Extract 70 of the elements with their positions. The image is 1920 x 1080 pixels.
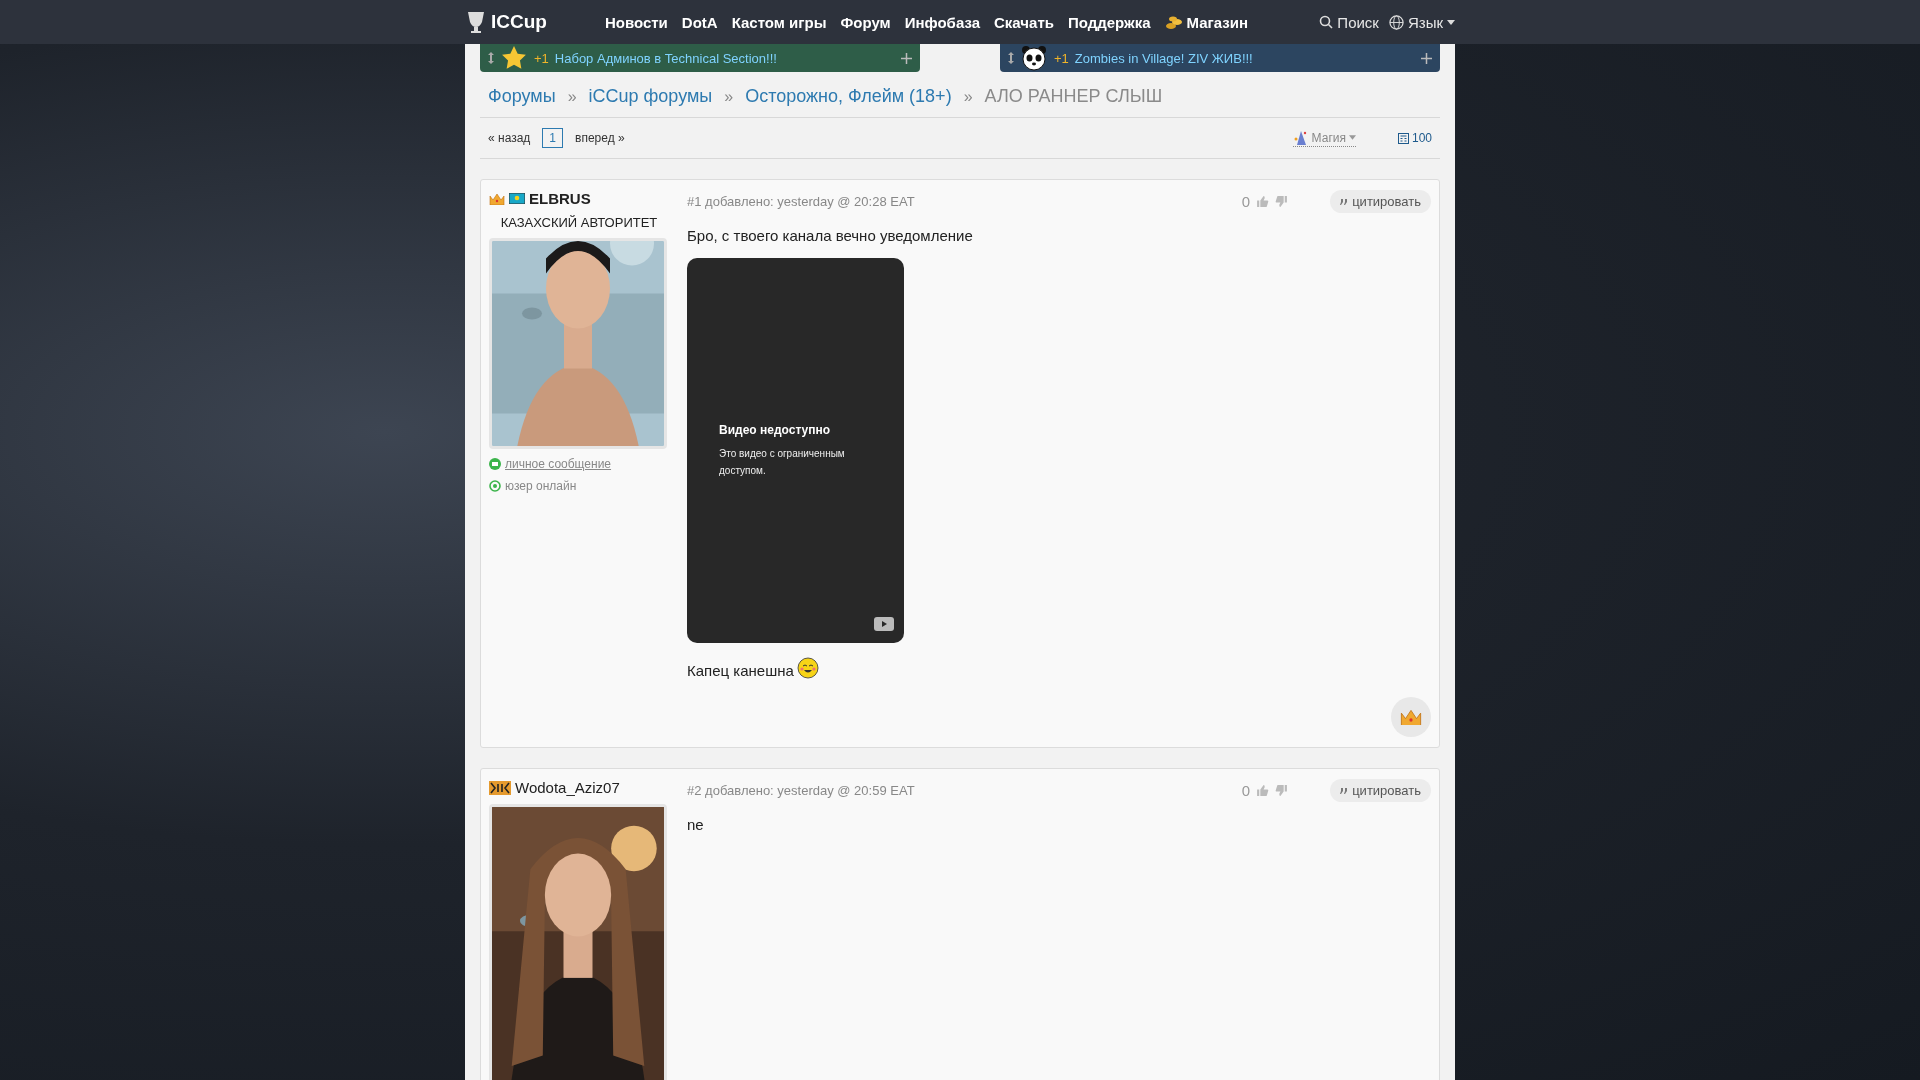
video-title: Видео недоступно [719, 422, 832, 437]
search-link[interactable]: Поиск [1319, 13, 1379, 31]
author-name[interactable]: Wodota_Aziz07 [515, 779, 620, 796]
breadcrumb-link[interactable]: Форумы [488, 86, 556, 107]
post-meta: #1 добавлено: yesterday @ 20:28 EAT [687, 194, 916, 209]
play-icon[interactable] [874, 617, 894, 631]
trophy-icon [465, 10, 487, 34]
breadcrumb-link[interactable]: Осторожно, Флейм (18+) [745, 86, 952, 107]
nav-link[interactable]: Поддержка [1067, 13, 1151, 31]
next-link[interactable]: вперед » [575, 131, 625, 145]
quote-button[interactable]: цитировать [1330, 190, 1431, 213]
posts-per-page[interactable]: 100 [1397, 131, 1432, 145]
move-icon[interactable] [1008, 52, 1014, 64]
crown-icon [489, 192, 505, 205]
nav-link[interactable]: Кастом игры [731, 13, 827, 31]
quote-icon [1340, 198, 1349, 205]
flag-icon [509, 193, 525, 204]
breadcrumb-link[interactable]: iCCup форумы [588, 86, 713, 107]
wizard-hat-icon [1292, 129, 1309, 146]
author-name[interactable]: ELBRUS [529, 190, 591, 207]
thumbs-down-icon[interactable] [1275, 784, 1289, 797]
move-icon[interactable] [488, 52, 494, 64]
star-icon [500, 45, 528, 71]
video-player[interactable]: Видео недоступно Это видео с ограниченным доступом. [687, 258, 904, 643]
previous-link[interactable]: « назад [488, 131, 531, 145]
nav-link[interactable]: Новости [604, 13, 668, 31]
plus-count: +1 [1054, 50, 1069, 66]
message-link[interactable]: личное сообщение [505, 457, 612, 471]
quote-icon [1340, 787, 1349, 794]
envelope-icon [489, 458, 501, 470]
thumbs-down-icon[interactable] [1275, 195, 1289, 208]
announcement-link[interactable]: Набор Админов в Technical Section!!! [554, 50, 895, 66]
nav-link[interactable]: Магазин [1164, 13, 1249, 31]
search-icon [1319, 15, 1334, 29]
plus-count: +1 [534, 50, 549, 66]
nav-link[interactable]: Инфобаза [904, 13, 980, 31]
quote-button[interactable]: цитировать [1330, 779, 1431, 802]
site-logo[interactable]: ICCup [465, 10, 547, 34]
rank-icon [489, 780, 511, 795]
breadcrumb-separator: » [963, 87, 973, 106]
coins-icon [1164, 14, 1183, 30]
breadcrumb-separator: » [724, 87, 734, 106]
nav-link[interactable]: Форум [840, 13, 891, 31]
breadcrumb-separator: » [567, 87, 577, 106]
vote-score: 0 [1241, 782, 1251, 799]
calculator-icon [1397, 132, 1409, 144]
thumbs-up-icon[interactable] [1256, 195, 1270, 208]
presence-text: юзер онлайн [505, 479, 577, 493]
page-link[interactable]: 1 [542, 128, 564, 148]
online-icon [489, 480, 501, 492]
vote-score: 0 [1241, 193, 1251, 210]
caret-icon [1348, 135, 1356, 140]
post-text: Капец канешна [687, 662, 794, 679]
crown-icon [1400, 708, 1422, 726]
language-menu[interactable]: Язык [1388, 13, 1455, 31]
reaction-button[interactable] [1391, 697, 1431, 737]
caret-icon [1447, 19, 1455, 25]
expand-icon[interactable] [901, 52, 912, 64]
thumbs-up-icon[interactable] [1256, 784, 1270, 797]
post-meta: #2 добавлено: yesterday @ 20:59 EAT [687, 783, 916, 798]
nav-link[interactable]: Скачать [994, 13, 1054, 31]
user-title: КАЗАХСКИЙ АВТОРИТЕТ [499, 215, 659, 230]
video-message: Это видео с ограниченным доступом. [719, 446, 846, 478]
expand-icon[interactable] [1421, 52, 1432, 64]
post-text: ne [687, 816, 704, 833]
panda-icon [1020, 44, 1048, 72]
post-text: Бро, с твоего канала вечно уведомление [687, 227, 973, 244]
globe-icon [1388, 14, 1404, 30]
nav-link[interactable]: DotA [681, 13, 718, 31]
announcement-link[interactable]: Zombies in Village! ZIV ЖИВ!!! [1074, 50, 1415, 66]
